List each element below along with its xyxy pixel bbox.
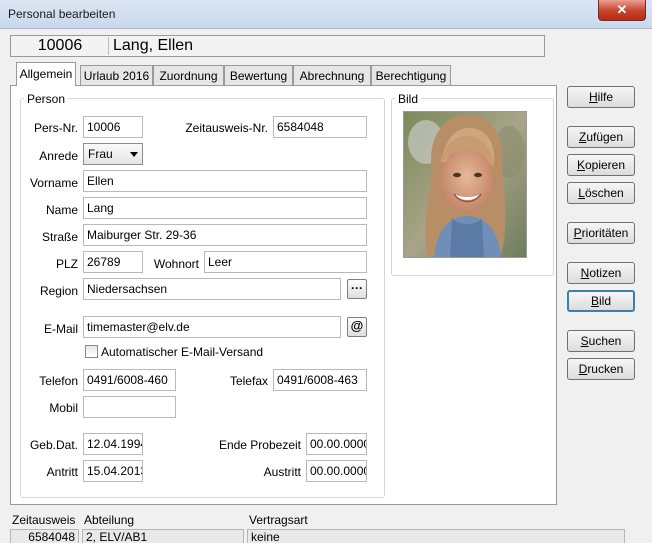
status-zeitausweis-value: 6584048 <box>10 529 79 543</box>
tab-allgemein[interactable]: Allgemein <box>16 62 76 86</box>
tab-bewertung[interactable]: Bewertung <box>224 65 293 85</box>
suchen-button[interactable]: Suchen <box>567 330 635 352</box>
status-abteilung-value: 2, ELV/AB1 <box>82 529 244 543</box>
status-abteilung-label: Abteilung <box>84 513 135 527</box>
zufuegen-button[interactable]: Zufügen <box>567 126 635 148</box>
prioritaeten-button[interactable]: Prioritäten <box>567 222 635 244</box>
window-title: Personal bearbeiten <box>8 7 116 21</box>
loeschen-button[interactable]: Löschen <box>567 182 635 204</box>
title-bar: Personal bearbeiten ✕ <box>0 0 652 29</box>
tab-panel-allgemein <box>10 85 557 505</box>
close-button[interactable]: ✕ <box>598 0 646 21</box>
record-header: 10006 Lang, Ellen <box>10 35 545 57</box>
header-id: 10006 <box>12 37 109 55</box>
status-vertragsart-label: Vertragsart <box>249 513 308 527</box>
close-icon: ✕ <box>616 2 628 17</box>
drucken-button[interactable]: Drucken <box>567 358 635 380</box>
kopieren-button[interactable]: Kopieren <box>567 154 635 176</box>
tab-zuordnung[interactable]: Zuordnung <box>153 65 224 85</box>
window: Personal bearbeiten ✕ 10006 Lang, Ellen … <box>0 0 652 543</box>
tab-berechtigung[interactable]: Berechtigung <box>371 65 451 85</box>
status-zeitausweis-label: Zeitausweis <box>12 513 76 527</box>
status-bar: Zeitausweis Abteilung Vertragsart 658404… <box>0 508 652 543</box>
hilfe-button[interactable]: Hilfe <box>567 86 635 108</box>
tab-urlaub[interactable]: Urlaub 2016 <box>80 65 153 85</box>
status-vertragsart-value: keine <box>247 529 625 543</box>
notizen-button[interactable]: Notizen <box>567 262 635 284</box>
header-name: Lang, Ellen <box>113 37 194 54</box>
tab-abrechnung[interactable]: Abrechnung <box>293 65 371 85</box>
bild-button[interactable]: Bild <box>567 290 635 312</box>
